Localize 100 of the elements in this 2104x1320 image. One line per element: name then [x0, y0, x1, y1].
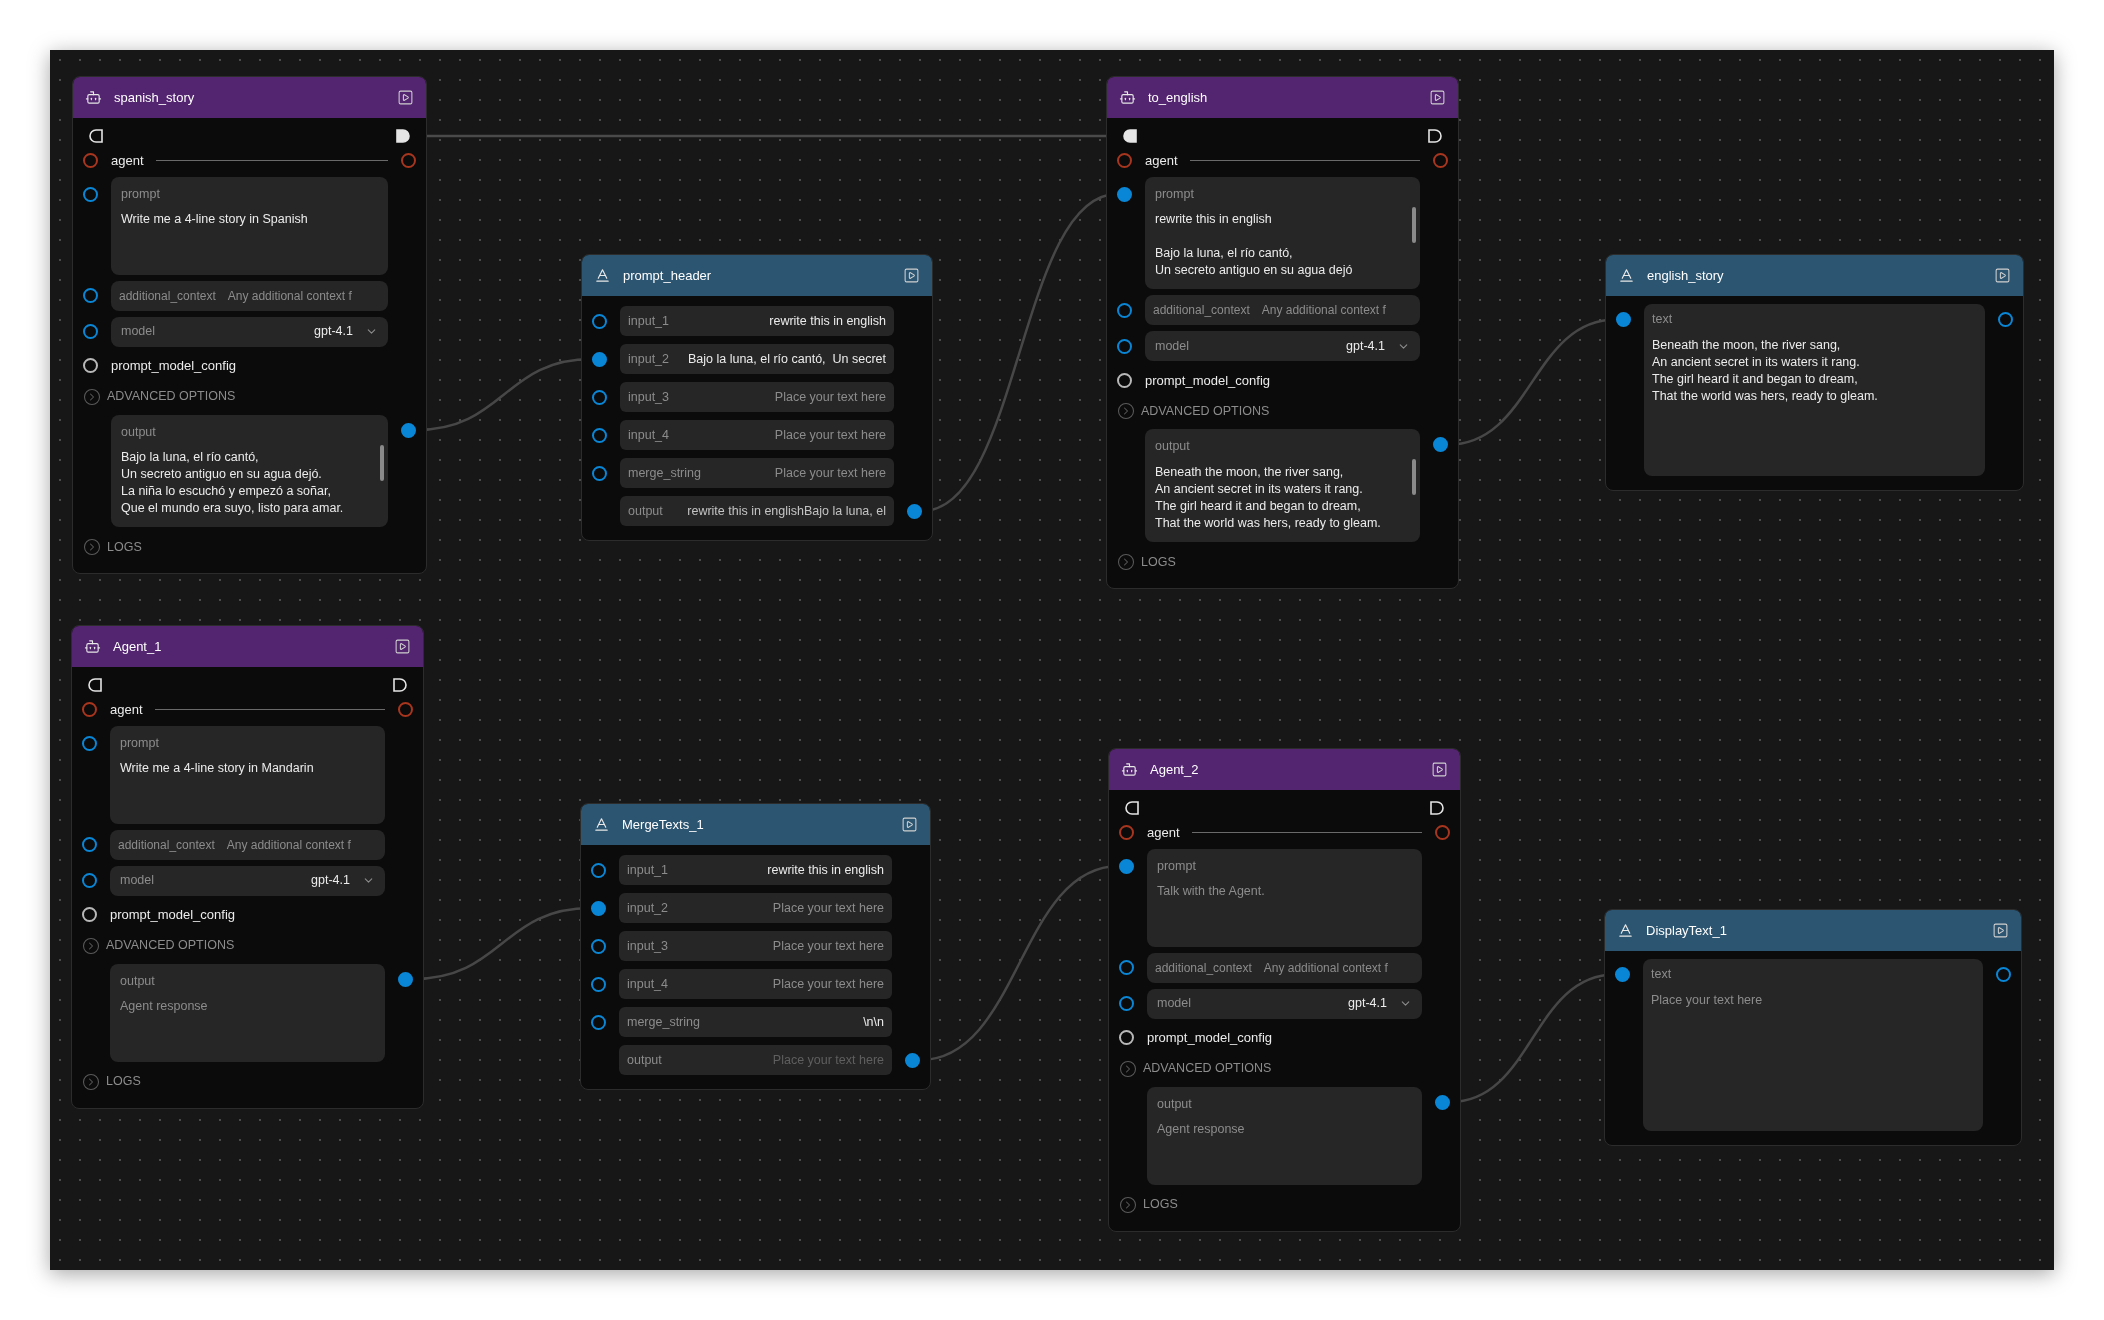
logs-toggle[interactable]: LOGS	[107, 537, 142, 557]
connection-handle[interactable]	[1615, 967, 1630, 982]
connection-handle[interactable]	[1998, 312, 2013, 327]
connection-handle[interactable]	[82, 702, 97, 718]
model-select[interactable]: model gpt-4.1	[110, 865, 385, 896]
node-card[interactable]	[72, 76, 427, 575]
advanced-options-toggle[interactable]: ADVANCED OPTIONS	[106, 936, 235, 955]
connection-handle[interactable]	[1117, 153, 1132, 169]
connection-handle[interactable]	[83, 288, 98, 303]
context-field[interactable]: additional_context Any additional context f	[111, 280, 388, 311]
flow-handle-icon[interactable]	[1125, 801, 1139, 815]
output-field[interactable]: output Place your text here	[619, 1045, 892, 1075]
connection-handle[interactable]	[1119, 858, 1134, 874]
prompt-field[interactable]: prompt Talk with the Agent.	[1147, 848, 1422, 947]
connection-handle[interactable]	[1435, 825, 1450, 841]
connection-handle[interactable]	[592, 313, 607, 329]
node-canvas[interactable]	[50, 50, 2054, 1270]
flow-handle-icon[interactable]	[396, 129, 410, 143]
expand-icon[interactable]	[1117, 553, 1135, 571]
logs-toggle[interactable]: LOGS	[1143, 1195, 1178, 1214]
connection-handle[interactable]	[1433, 153, 1448, 169]
output-field[interactable]: output Beneath the moon, the river sang, An ancient secret in its waters it rang. The girl heard it and began to dream, That the world was hers, ready to gleam.	[1145, 429, 1420, 542]
run-icon[interactable]	[903, 267, 920, 284]
logs-toggle[interactable]: LOGS	[1141, 552, 1176, 572]
scrollbar[interactable]	[380, 444, 384, 481]
input-field[interactable]: input_2 Place your text here	[619, 893, 892, 923]
connection-handle[interactable]	[592, 465, 607, 481]
connection-handle[interactable]	[82, 873, 97, 888]
advanced-options-toggle[interactable]: ADVANCED OPTIONS	[1141, 401, 1270, 421]
connection-handle[interactable]	[1117, 338, 1132, 354]
input-field[interactable]: input_2 Bajo la luna, el río cantó, Un secret	[620, 344, 894, 374]
run-icon[interactable]	[901, 816, 918, 833]
run-icon[interactable]	[1431, 761, 1448, 778]
output-field[interactable]: output Agent response	[110, 963, 385, 1062]
scrollbar[interactable]	[1412, 206, 1416, 243]
connection-handle[interactable]	[401, 422, 416, 438]
output-field[interactable]: output rewrite this in englishBajo la luna, el	[620, 496, 894, 526]
connection-handle[interactable]	[82, 735, 97, 751]
connection-handle[interactable]	[398, 702, 413, 718]
input-field[interactable]: input_3 Place your text here	[619, 931, 892, 961]
expand-icon[interactable]	[82, 936, 100, 955]
connection-handle[interactable]	[1117, 372, 1132, 388]
connection-handle[interactable]	[1119, 960, 1134, 975]
flow-handle-icon[interactable]	[393, 678, 407, 692]
connection-handle[interactable]	[82, 907, 97, 922]
connection-handle[interactable]	[591, 938, 606, 954]
input-field[interactable]: input_3 Place your text here	[620, 382, 894, 412]
model-select[interactable]: model gpt-4.1	[111, 316, 388, 347]
connection-handle[interactable]	[83, 186, 98, 202]
connection-handle[interactable]	[592, 389, 607, 405]
connection-handle[interactable]	[905, 1052, 920, 1068]
connection-handle[interactable]	[592, 427, 607, 443]
expand-icon[interactable]	[1117, 402, 1135, 421]
connection-handle[interactable]	[1435, 1094, 1450, 1110]
connection-handle[interactable]	[1616, 312, 1631, 327]
text-display-field[interactable]: text Beneath the moon, the river sang, An ancient secret in its waters it rang. The girl heard it and began to dream, That the world was hers, ready to gleam.	[1644, 304, 1985, 476]
prompt-field[interactable]: prompt Write me a 4-line story in Spanish	[111, 176, 388, 275]
connection-handle[interactable]	[592, 351, 607, 367]
connection-handle[interactable]	[398, 971, 413, 987]
model-select[interactable]: model gpt-4.1	[1145, 331, 1420, 362]
model-select[interactable]: model gpt-4.1	[1147, 988, 1422, 1019]
run-icon[interactable]	[1994, 267, 2011, 284]
context-field[interactable]: additional_context Any additional context f	[1145, 295, 1420, 326]
connection-handle[interactable]	[1117, 302, 1132, 318]
expand-icon[interactable]	[1119, 1195, 1137, 1214]
input-field[interactable]: merge_string \n\n	[619, 1007, 892, 1037]
run-icon[interactable]	[394, 638, 411, 655]
input-field[interactable]: input_4 Place your text here	[620, 420, 894, 450]
connection-handle[interactable]	[1119, 825, 1134, 841]
input-field[interactable]: input_4 Place your text here	[619, 969, 892, 999]
context-field[interactable]: additional_context Any additional context f	[1147, 952, 1422, 983]
connection-handle[interactable]	[401, 153, 416, 169]
output-field[interactable]: output Agent response	[1147, 1086, 1422, 1185]
output-field[interactable]: output Bajo la luna, el río cantó, Un secreto antiguo en su agua dejó. La niña lo escuchó y empezó a soñar, Que el mundo era suyo, listo para amar.	[111, 414, 388, 528]
input-field[interactable]: merge_string Place your text here	[620, 458, 894, 488]
run-icon[interactable]	[1429, 89, 1446, 106]
run-icon[interactable]	[397, 89, 414, 106]
node-card[interactable]: Agent_1 agent prompt Write me a 4-line story in Mandarin additional_context Any additional context f model gpt-4.1 prompt_model_config ADVANCED OPTIONS output Agent response LOGS	[71, 625, 424, 1109]
context-field[interactable]: additional_context Any additional context f	[110, 829, 385, 860]
node-card[interactable]: DisplayText_1 text Place your text here	[1604, 909, 2022, 1146]
connection-handle[interactable]	[1433, 437, 1448, 453]
expand-icon[interactable]	[82, 1072, 100, 1091]
flow-handle-icon[interactable]	[89, 129, 103, 143]
expand-icon[interactable]	[83, 538, 101, 557]
input-field[interactable]: input_1 rewrite this in english	[619, 855, 892, 885]
node-card[interactable]	[1106, 76, 1459, 589]
connection-handle[interactable]	[1119, 996, 1134, 1011]
run-icon[interactable]	[1992, 922, 2009, 939]
node-card[interactable]: english_story text Beneath the moon, the river sang, An ancient secret in its waters it rang. The girl heard it and began to dream, That the world was hers, ready to gleam.	[1605, 254, 2024, 491]
logs-toggle[interactable]: LOGS	[106, 1072, 141, 1091]
connection-handle[interactable]	[591, 900, 606, 916]
connection-handle[interactable]	[83, 324, 98, 339]
connection-handle[interactable]	[591, 1014, 606, 1030]
flow-handle-icon[interactable]	[1123, 129, 1137, 143]
advanced-options-toggle[interactable]: ADVANCED OPTIONS	[1143, 1059, 1272, 1078]
expand-icon[interactable]	[83, 387, 101, 406]
flow-handle-icon[interactable]	[88, 678, 102, 692]
connection-handle[interactable]	[1119, 1030, 1134, 1045]
node-card[interactable]: Agent_2 agent prompt Talk with the Agent. additional_context Any additional context f model gpt-4.1 prompt_model_config ADVANCED OPTIONS output Agent response LOGS	[1108, 748, 1461, 1232]
connection-handle[interactable]	[83, 358, 98, 373]
